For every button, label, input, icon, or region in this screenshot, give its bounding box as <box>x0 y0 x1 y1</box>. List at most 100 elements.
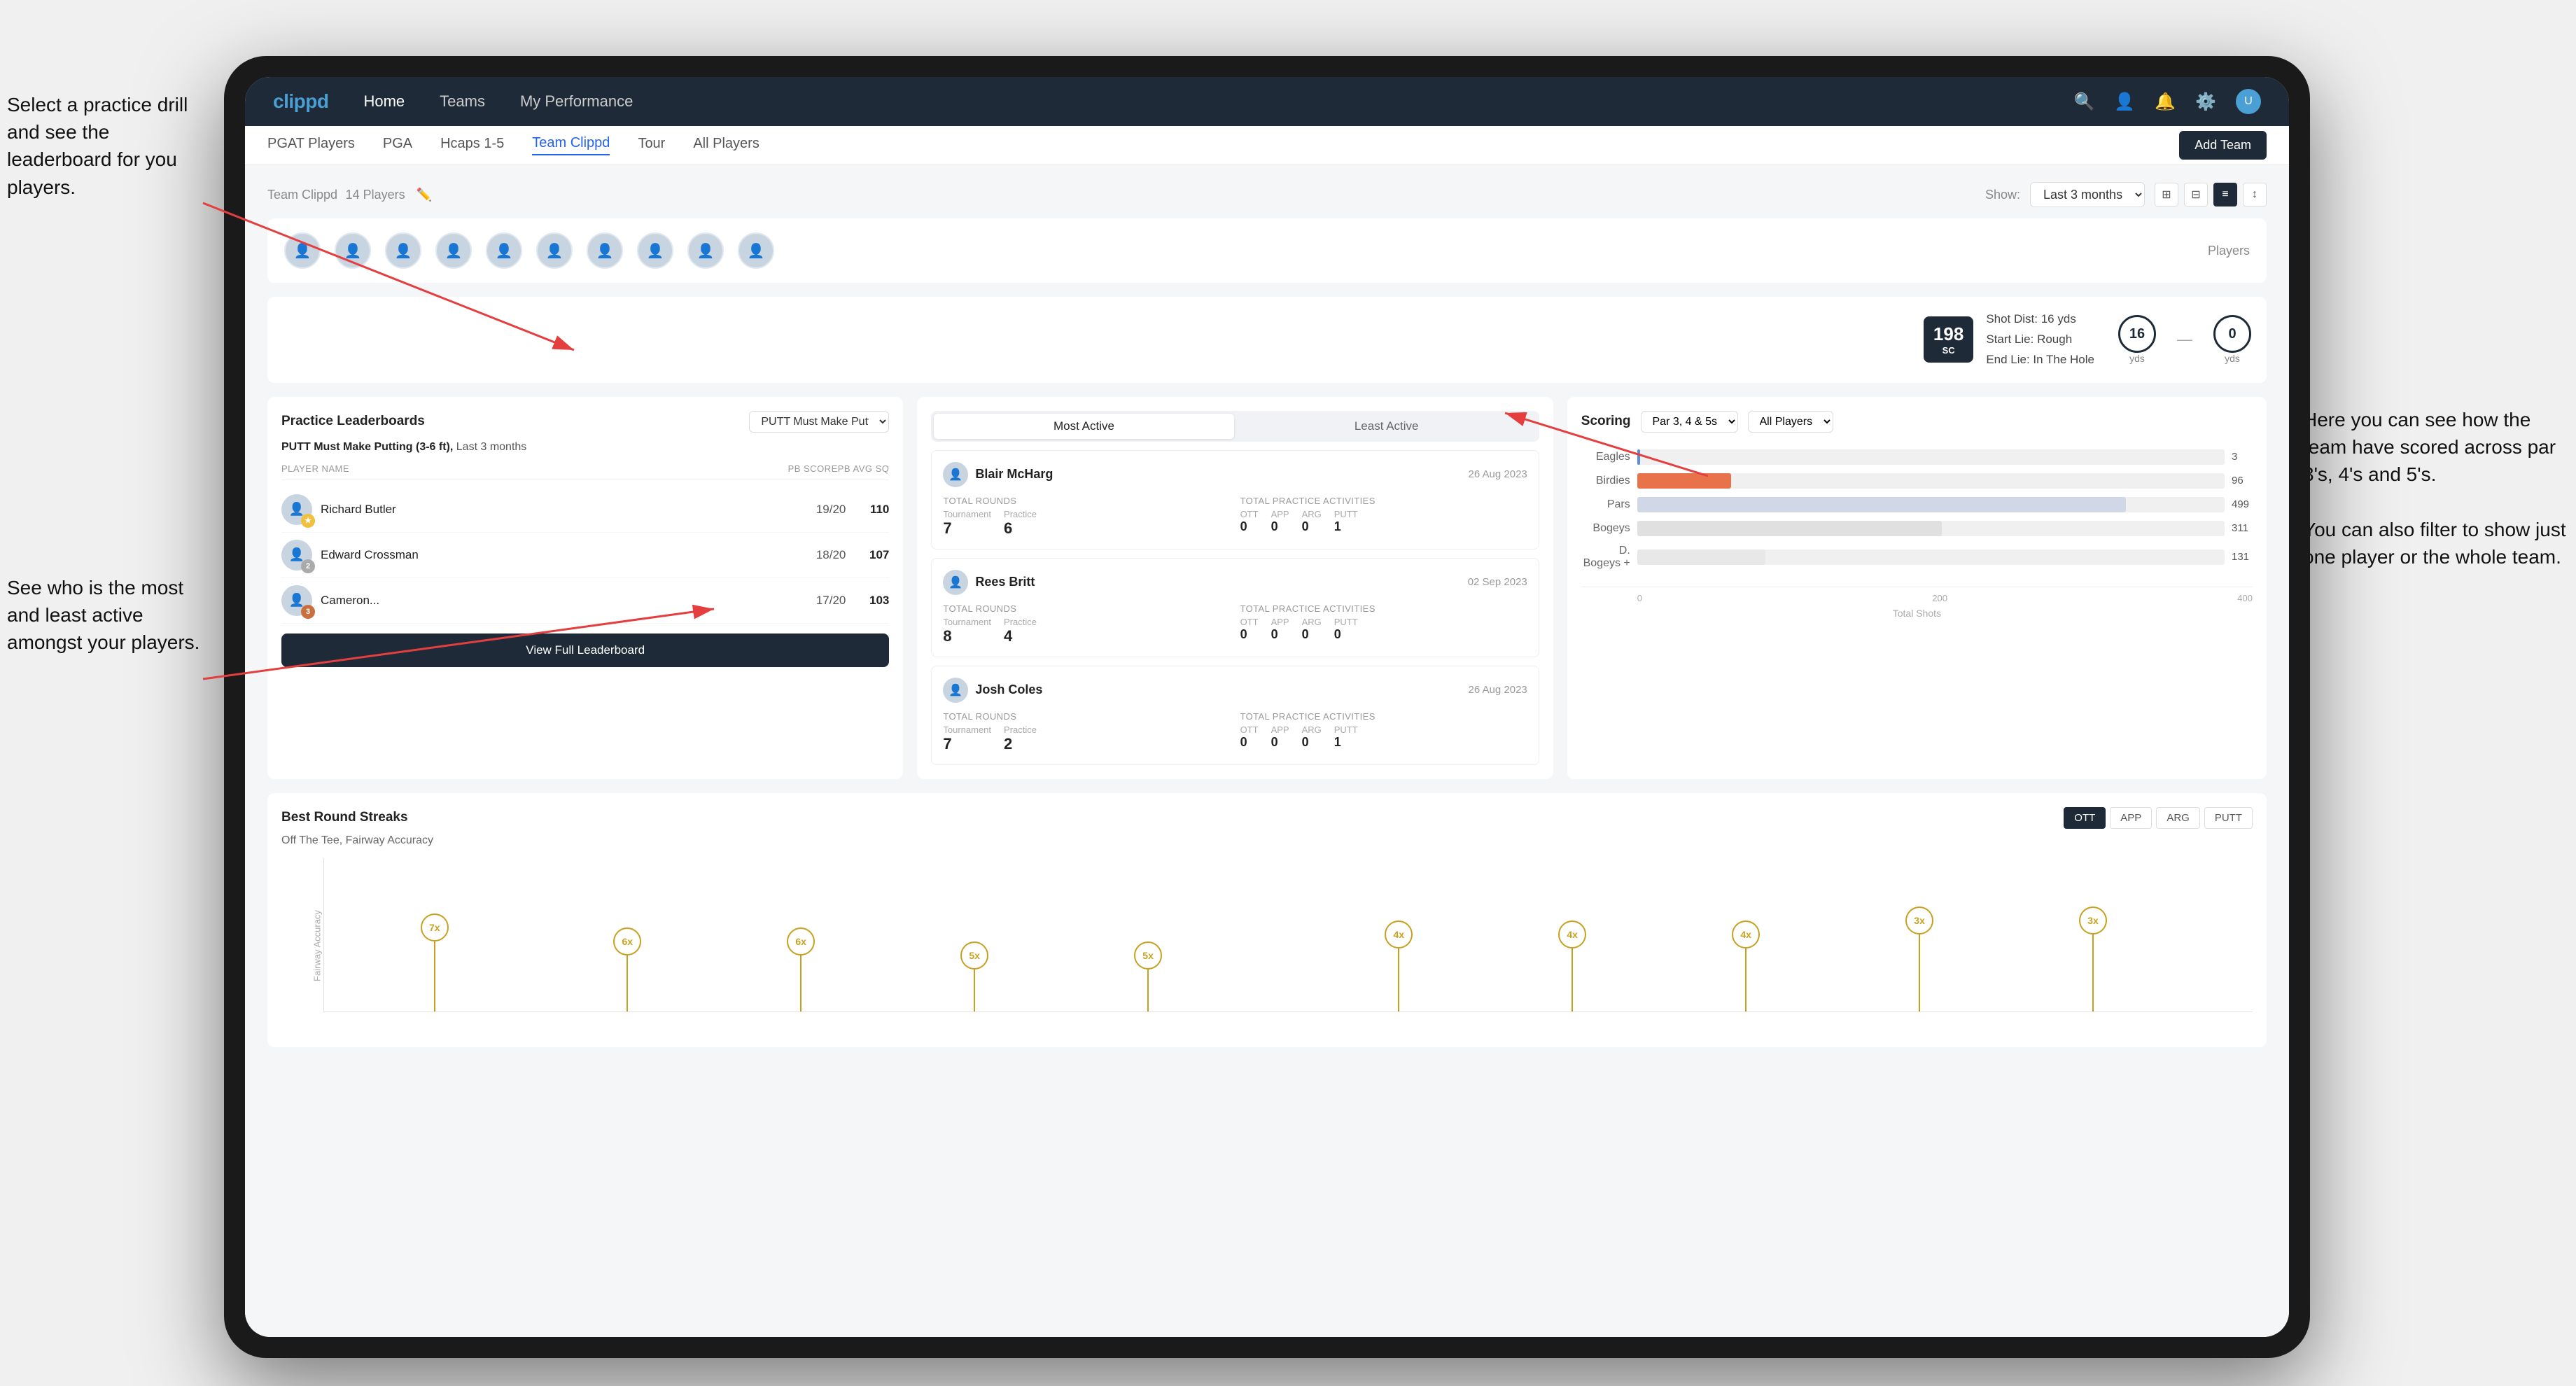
view-grid-small[interactable]: ⊞ <box>2155 183 2178 206</box>
lb-name-2: Edward Crossman <box>321 548 808 562</box>
streak-line-1 <box>626 955 628 1011</box>
streak-circle-2: 6x <box>787 927 815 955</box>
navbar: clippd Home Teams My Performance 🔍 👤 🔔 ⚙… <box>245 77 2289 126</box>
view-full-leaderboard-button[interactable]: View Full Leaderboard <box>281 634 889 667</box>
player-avatar-5[interactable]: 👤 <box>486 232 522 269</box>
player-avatar-10[interactable]: 👤 <box>738 232 774 269</box>
scoring-players-filter[interactable]: All Players <box>1748 411 1833 433</box>
bell-icon[interactable]: 🔔 <box>2155 92 2176 112</box>
streak-line-0 <box>434 941 435 1011</box>
most-active-tab[interactable]: Most Active <box>934 414 1233 439</box>
player-avatar-8[interactable]: 👤 <box>637 232 673 269</box>
bar-value-bogeys: 311 <box>2232 522 2253 534</box>
person-icon[interactable]: 👤 <box>2114 92 2135 112</box>
practice-stat-1: Practice 6 <box>1004 509 1037 538</box>
total-rounds-group-2: Total Rounds Tournament 8 Practice 4 <box>943 603 1230 645</box>
settings-icon[interactable]: ⚙️ <box>2195 92 2216 112</box>
view-grid-large[interactable]: ⊟ <box>2184 183 2208 206</box>
streaks-app-button[interactable]: APP <box>2110 807 2152 829</box>
chart-xaxis: 0 200 400 <box>1581 587 2253 603</box>
practice-leaderboard-card: Practice Leaderboards PUTT Must Make Put… <box>267 397 903 779</box>
bar-value-pars: 499 <box>2232 498 2253 510</box>
activity-player-3: 👤 Josh Coles 26 Aug 2023 Total Rounds To… <box>931 666 1539 765</box>
player-avatar-1[interactable]: 👤 <box>284 232 321 269</box>
shot-info-card: 198 SC Shot Dist: 16 yds Start Lie: Roug… <box>267 297 2267 383</box>
subnav-tour[interactable]: Tour <box>638 136 665 155</box>
practice-activities-group-1: Total Practice Activities OTT 0 APP 0 <box>1240 496 1527 538</box>
vs-separator: — <box>2177 330 2192 349</box>
pac-name-2: Rees Britt <box>975 575 1035 589</box>
putt-3: PUTT 1 <box>1334 724 1358 750</box>
annotation-bottom-left: See who is the most and least active amo… <box>7 574 210 657</box>
streaks-subtitle: Off The Tee, Fairway Accuracy <box>281 834 2253 847</box>
streaks-putt-button[interactable]: PUTT <box>2204 807 2253 829</box>
scoring-par-filter[interactable]: Par 3, 4 & 5s <box>1641 411 1738 433</box>
bar-row-pars: Pars 499 <box>1581 497 2253 512</box>
bar-fill-bogeys <box>1637 521 1942 536</box>
arg-1: ARG 0 <box>1302 509 1322 534</box>
practice-stat-3: Practice 2 <box>1004 724 1037 753</box>
show-label: Show: <box>1985 188 2020 202</box>
practice-stat-2: Practice 4 <box>1004 617 1037 645</box>
rounds-sub-1: Tournament 7 Practice 6 <box>943 509 1230 538</box>
subnav-pga[interactable]: PGA <box>383 136 412 155</box>
view-sort[interactable]: ↕ <box>2243 183 2267 206</box>
tournament-stat-3: Tournament 7 <box>943 724 991 753</box>
edit-icon[interactable]: ✏️ <box>416 188 432 202</box>
nav-home[interactable]: Home <box>363 92 405 111</box>
streak-dot-2: 6x <box>787 927 815 1011</box>
pac-avatar-3[interactable]: 👤 <box>943 678 968 703</box>
practice-val-2: 4 <box>1004 627 1037 645</box>
streaks-arg-button[interactable]: ARG <box>2156 807 2200 829</box>
search-icon[interactable]: 🔍 <box>2073 92 2094 112</box>
player-avatar-3[interactable]: 👤 <box>385 232 421 269</box>
streaks-card: Best Round Streaks OTT APP ARG PUTT Off … <box>267 793 2267 1047</box>
bar-container-eagles <box>1637 449 2225 465</box>
pac-avatar-1[interactable]: 👤 <box>943 462 968 487</box>
rounds-sub-3: Tournament 7 Practice 2 <box>943 724 1230 753</box>
player-avatar-9[interactable]: 👤 <box>687 232 724 269</box>
leaderboard-subtitle: PUTT Must Make Putting (3-6 ft), Last 3 … <box>281 441 889 454</box>
pac-avatar-2[interactable]: 👤 <box>943 570 968 595</box>
pac-header-1: 👤 Blair McHarg 26 Aug 2023 <box>943 462 1527 487</box>
player-avatar-6[interactable]: 👤 <box>536 232 573 269</box>
three-col-section: Practice Leaderboards PUTT Must Make Put… <box>267 397 2267 779</box>
avatar[interactable]: U <box>2236 89 2261 114</box>
lb-score-2: 18/20 <box>816 548 846 562</box>
subnav-teamclippd[interactable]: Team Clippd <box>532 135 610 155</box>
streaks-ott-button[interactable]: OTT <box>2064 807 2106 829</box>
player-avatar-4[interactable]: 👤 <box>435 232 472 269</box>
nav-performance[interactable]: My Performance <box>520 92 633 111</box>
show-period-select[interactable]: Last 3 months <box>2030 182 2145 207</box>
players-row: 👤 👤 👤 👤 👤 👤 👤 👤 👤 👤 Players <box>267 218 2267 283</box>
activity-player-1: 👤 Blair McHarg 26 Aug 2023 Total Rounds … <box>931 450 1539 550</box>
subnav-hcaps[interactable]: Hcaps 1-5 <box>440 136 504 155</box>
tablet-frame: clippd Home Teams My Performance 🔍 👤 🔔 ⚙… <box>224 56 2310 1358</box>
lb-table-header: PLAYER NAME PB SCORE PB AVG SQ <box>281 463 889 480</box>
subnav-allplayers[interactable]: All Players <box>693 136 759 155</box>
leaderboard-header: Practice Leaderboards PUTT Must Make Put… <box>281 411 889 433</box>
add-team-button[interactable]: Add Team <box>2179 131 2267 160</box>
lb-rank-avatar-3: 👤 3 <box>281 585 312 616</box>
subnav-pgat[interactable]: PGAT Players <box>267 136 355 155</box>
lb-score-1: 19/20 <box>816 503 846 517</box>
leaderboard-drill-select[interactable]: PUTT Must Make Putting ... <box>749 411 889 433</box>
streak-circle-9: 3x <box>2079 906 2107 934</box>
view-list[interactable]: ≡ <box>2213 183 2237 206</box>
lb-gold-badge: ★ <box>301 514 315 528</box>
putt-1: PUTT 1 <box>1334 509 1358 534</box>
tournament-val-3: 7 <box>943 735 991 753</box>
pac-header-2: 👤 Rees Britt 02 Sep 2023 <box>943 570 1527 595</box>
lb-silver-badge: 2 <box>301 559 315 573</box>
player-avatar-7[interactable]: 👤 <box>587 232 623 269</box>
lb-player-row-1: 👤 ★ Richard Butler 19/20 110 <box>281 487 889 533</box>
nav-teams[interactable]: Teams <box>440 92 485 111</box>
least-active-tab[interactable]: Least Active <box>1237 414 1536 439</box>
pac-name-3: Josh Coles <box>975 682 1042 697</box>
streak-line-6 <box>1572 948 1573 1011</box>
player-avatar-2[interactable]: 👤 <box>335 232 371 269</box>
bar-container-birdies <box>1637 473 2225 489</box>
streak-line-5 <box>1398 948 1399 1011</box>
activity-card: Most Active Least Active 👤 Blair McHarg … <box>917 397 1553 779</box>
app-2: APP 0 <box>1271 617 1289 642</box>
